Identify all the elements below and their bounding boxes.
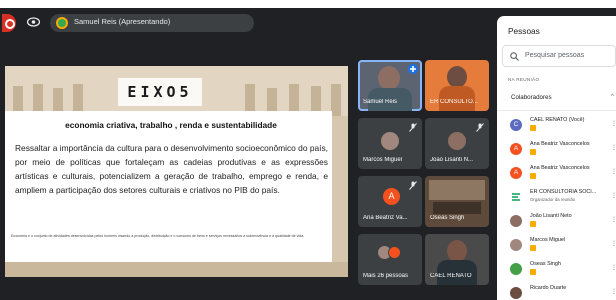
people-panel: Pessoas Pesquisar pessoas NA REUNIÃO Col… (497, 16, 616, 300)
video-tile-ana[interactable]: A Ana Beatriz Va... (358, 176, 422, 227)
search-people-input[interactable]: Pesquisar pessoas (502, 45, 616, 67)
video-tile-marcos[interactable]: Marcos Miguel (358, 118, 422, 169)
participant-name: Ana Beatriz Vasconcelos (530, 165, 590, 171)
presenter-avatar (56, 17, 68, 29)
slide-heading: EIXO5 (118, 78, 202, 106)
participant-avatar (388, 246, 401, 259)
video-tile-er-consultoria[interactable]: ER CONSULTO... (425, 60, 489, 111)
participant-row[interactable]: Oseas Singh ⋮ (510, 260, 616, 282)
avatar (510, 263, 522, 275)
tile-name: Ana Beatriz Va... (363, 215, 408, 221)
more-icon[interactable]: ⋮ (611, 120, 616, 127)
top-strip (0, 0, 616, 8)
mic-off-icon (409, 123, 417, 132)
meet-window: Samuel Reis (Apresentando) EIXO5 economi… (0, 0, 616, 300)
participant-row[interactable]: ER CONSULTORIA SOCI... Organizador da re… (510, 188, 616, 210)
more-icon[interactable]: ⋮ (611, 168, 616, 175)
group-collaborators[interactable]: Colaboradores (511, 94, 552, 101)
badge-icon (530, 125, 536, 131)
organizer-logo-icon (512, 193, 520, 201)
more-icon[interactable]: ⋮ (611, 192, 616, 199)
slide-subtitle: economia criativa, trabalho , renda e su… (65, 120, 277, 130)
tile-name: Marcos Miguel (363, 157, 403, 163)
participant-name: Ana Beatriz Vasconcelos (530, 141, 590, 147)
more-icon[interactable]: ⋮ (611, 240, 616, 247)
participant-row[interactable]: Ricardo Duarte ⋮ (510, 284, 616, 300)
participant-row[interactable]: A Ana Beatriz Vasconcelos ⋮ (510, 140, 616, 162)
chevron-icon[interactable]: ^ (611, 94, 614, 100)
participant-row[interactable]: A Ana Beatriz Vasconcelos ⋮ (510, 164, 616, 186)
avatar: C (510, 119, 522, 131)
mic-off-icon (476, 123, 484, 132)
participant-row[interactable]: João Lisanti Neto ⋮ (510, 212, 616, 234)
more-participants-tile[interactable]: Mais 26 pessoas (358, 234, 422, 285)
participant-name: ER CONSULTORIA SOCI... (530, 189, 597, 195)
tile-name: João Lisanti N... (430, 157, 474, 163)
participant-avatar (381, 132, 399, 150)
divider (497, 110, 616, 111)
avatar: A (510, 143, 522, 155)
badge-icon (530, 221, 536, 227)
badge-icon (530, 149, 536, 155)
avatar (510, 287, 522, 299)
slide-footnote: Economia é o conjunto de atividades dese… (11, 234, 305, 238)
participant-avatar (448, 132, 466, 150)
video-tile-oseas[interactable]: Oseas Singh (425, 176, 489, 227)
video-tile-samuel[interactable]: Samuel Reis (358, 60, 422, 111)
shared-slide: EIXO5 economia criativa, trabalho , rend… (5, 66, 348, 277)
participant-name: Marcos Miguel (530, 237, 566, 243)
tile-name: ER CONSULTO... (430, 99, 478, 105)
participant-video (447, 66, 467, 88)
participant-name: CAEL RENATO (Você) (530, 117, 585, 123)
search-icon (510, 52, 519, 61)
participant-row[interactable]: C CAEL RENATO (Você) ⋮ (510, 116, 616, 138)
more-icon[interactable]: ⋮ (611, 216, 616, 223)
presenter-label: Samuel Reis (Apresentando) (74, 17, 171, 26)
eye-icon[interactable] (27, 17, 40, 27)
participant-name: João Lisanti Neto (530, 213, 572, 219)
badge-icon (530, 173, 536, 179)
more-icon[interactable]: ⋮ (611, 264, 616, 271)
participant-avatar: A (383, 188, 400, 205)
avatar (510, 239, 522, 251)
participant-name: Oseas Singh (530, 261, 561, 267)
tile-name: Samuel Reis (363, 99, 398, 105)
participant-video (447, 240, 467, 262)
more-icon[interactable]: ⋮ (611, 288, 616, 295)
audio-active-icon (408, 64, 418, 74)
panel-title: Pessoas (508, 26, 540, 36)
badge-icon (530, 269, 536, 275)
record-icon[interactable] (2, 14, 16, 32)
tile-name: Mais 26 pessoas (363, 273, 409, 279)
badge-icon (530, 245, 536, 251)
search-placeholder: Pesquisar pessoas (525, 52, 585, 59)
tile-name: CAEL RENATO (430, 273, 472, 279)
video-tile-cael[interactable]: CAEL RENATO (425, 234, 489, 285)
avatar: A (510, 167, 522, 179)
tile-name: Oseas Singh (430, 215, 465, 221)
presenter-chip[interactable]: Samuel Reis (Apresentando) (50, 14, 254, 32)
participant-video (378, 66, 400, 90)
participant-role: Organizador da reunião (530, 197, 576, 202)
slide-body: Ressaltar a importância da cultura para … (15, 143, 328, 195)
participant-row[interactable]: Marcos Miguel ⋮ (510, 236, 616, 258)
more-icon[interactable]: ⋮ (611, 144, 616, 151)
mic-off-icon (409, 181, 417, 190)
participant-name: Ricardo Duarte (530, 285, 567, 291)
avatar (510, 215, 522, 227)
section-label: NA REUNIÃO (508, 77, 540, 82)
video-tile-joao[interactable]: João Lisanti N... (425, 118, 489, 169)
slide-card: economia criativa, trabalho , renda e su… (5, 111, 332, 262)
